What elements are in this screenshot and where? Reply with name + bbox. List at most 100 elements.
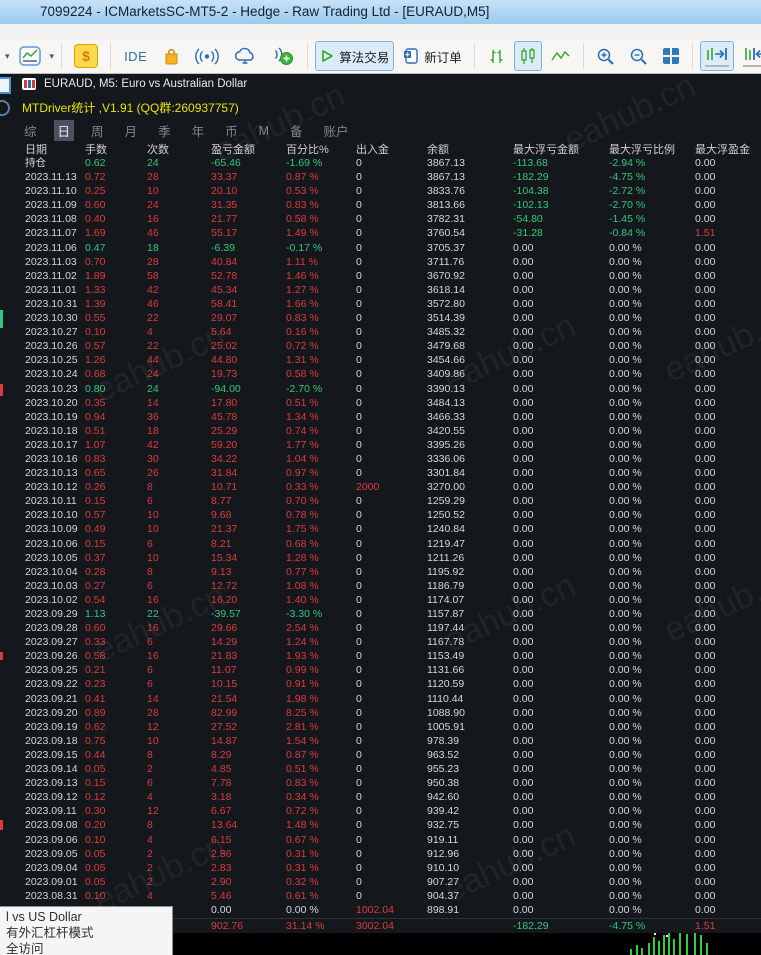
cell-inout: 1002.04 <box>356 903 394 916</box>
clipped-edge-icon <box>0 100 10 116</box>
cell-lots: 0.33 <box>85 636 106 649</box>
tab-quarter[interactable]: 季 <box>154 120 175 141</box>
cell-lots: 0.37 <box>85 551 106 564</box>
cell-inout: 0 <box>356 720 362 733</box>
cell-maxdd: 0.00 <box>513 734 534 747</box>
cell-pct: 0.51 % <box>286 396 319 409</box>
candlestick-button[interactable] <box>513 41 542 71</box>
cell-maxdd-pct: 0.00 % <box>609 593 642 606</box>
tab-currency[interactable]: 币 <box>221 120 242 141</box>
cell-maxfp: 0.00 <box>695 622 716 635</box>
cell-maxdd-pct: 0.00 % <box>609 382 642 395</box>
cell-date: 持仓 <box>25 157 46 169</box>
tooltip-line: l vs US Dollar <box>6 910 82 924</box>
tab-summary[interactable]: 综 <box>20 120 41 141</box>
cell-maxdd: 0.00 <box>513 467 534 480</box>
signals-button[interactable] <box>190 41 224 71</box>
column-header-trades: 次数 <box>147 144 169 156</box>
table-row: 2023.10.19 0.94 36 45.78 1.34 % 0 3466.33 0.00 0… <box>0 410 761 424</box>
cell-pct: 1.66 % <box>286 297 319 310</box>
add-signal-button[interactable] <box>266 41 300 71</box>
cloud-button[interactable] <box>228 41 262 71</box>
cell-date: 2023.10.12 <box>25 481 78 494</box>
tab-note[interactable]: 备 <box>286 120 307 141</box>
price-dot <box>654 933 656 935</box>
cell-inout: 0 <box>356 593 362 606</box>
cell-balance: 898.91 <box>427 903 460 916</box>
cell-inout: 0 <box>356 269 362 282</box>
cell-inout: 0 <box>356 734 362 747</box>
cell-pct: -2.70 % <box>286 382 323 395</box>
cell-maxfp: 0.00 <box>695 833 716 846</box>
zoom-out-button[interactable] <box>624 41 653 71</box>
chart-area[interactable]: EURAUD, M5: Euro vs Australian Dollar MT… <box>0 74 761 955</box>
cell-date: 2023.10.25 <box>25 354 78 367</box>
cell-maxdd-pct: 0.00 % <box>609 495 642 508</box>
cell-inout: 0 <box>356 678 362 691</box>
ide-button[interactable]: IDE <box>124 49 147 64</box>
tab-month[interactable]: 月 <box>121 120 142 141</box>
toolbar: ▾ ▾ $ IDE 算法交易 新订单 <box>0 39 761 74</box>
cell-maxdd: 0.00 <box>513 875 534 888</box>
algo-trading-button[interactable]: 算法交易 <box>315 41 395 71</box>
tile-windows-button[interactable] <box>657 41 685 71</box>
cell-date: 2023.10.06 <box>25 537 78 550</box>
zoom-in-button[interactable] <box>591 41 620 71</box>
new-order-button[interactable]: 新订单 <box>398 41 467 71</box>
tab-week[interactable]: 周 <box>87 120 108 141</box>
chart-sliver <box>0 820 3 830</box>
chart-type-caret[interactable]: ▾ <box>50 51 55 62</box>
tab-year[interactable]: 年 <box>188 120 209 141</box>
cell-balance: 3760.54 <box>427 227 465 240</box>
cell-inout: 0 <box>356 452 362 465</box>
cell-date: 2023.10.20 <box>25 396 78 409</box>
cell-maxfp: 0.00 <box>695 283 716 296</box>
new-order-icon <box>403 47 419 65</box>
cell-trades: 8 <box>147 565 153 578</box>
cell-pct: 1.75 % <box>286 523 319 536</box>
chart-profile-caret[interactable]: ▾ <box>5 51 10 62</box>
cell-date: 2023.09.01 <box>25 875 78 888</box>
cell-maxdd-pct: 0.00 % <box>609 312 642 325</box>
line-chart-button[interactable] <box>546 41 576 71</box>
cell-pct: 0.87 % <box>286 748 319 761</box>
cell-lots: 1.69 <box>85 227 106 240</box>
cell-maxfp: 0.00 <box>695 438 716 451</box>
cell-lots: 0.10 <box>85 326 106 339</box>
bar-chart-button[interactable] <box>482 41 510 71</box>
titlebar[interactable]: 7099224 - ICMarketsSC-MT5-2 - Hedge - Ra… <box>0 0 761 24</box>
table-row: 2023.09.20 0.89 28 82.99 8.25 % 0 1088.90 0.00 0… <box>0 706 761 720</box>
cell-pnl: 55.17 <box>211 227 238 240</box>
cell-trades: 2 <box>147 847 153 860</box>
cell-trades: 46 <box>147 297 159 310</box>
cell-maxdd-pct: 0.00 % <box>609 410 642 423</box>
cell-inout: 0 <box>356 551 362 564</box>
cell-lots: 0.54 <box>85 593 106 606</box>
indicator-title: MTDriver统计 ,V1.91 (QQ群:260937757) <box>22 101 239 115</box>
cell-maxdd-pct: 0.00 % <box>609 903 642 916</box>
cell-lots: 0.05 <box>85 861 106 874</box>
cell-maxdd: -102.13 <box>513 199 549 212</box>
signal-icon <box>195 48 220 65</box>
tooltip-line: 有外汇杠杆模式 <box>6 926 94 940</box>
cell-pnl: 45.78 <box>211 410 238 423</box>
bar-chart-icon <box>487 48 505 65</box>
cell-balance: 3813.66 <box>427 199 465 212</box>
cell-inout: 0 <box>356 636 362 649</box>
cell-maxfp: 0.00 <box>695 748 716 761</box>
cell-date: 2023.10.17 <box>25 438 78 451</box>
chart-type-button[interactable] <box>14 41 46 71</box>
account-funds-button[interactable]: $ <box>69 41 103 71</box>
tab-m[interactable]: M <box>255 123 273 139</box>
cell-pct: 1.11 % <box>286 255 318 268</box>
column-header-maxdd-pct: 最大浮亏比例 <box>609 144 675 156</box>
cell-maxdd: 0.00 <box>513 537 534 550</box>
chart-shift-button[interactable] <box>738 41 761 71</box>
tab-account[interactable]: 账户 <box>320 120 353 141</box>
market-button[interactable] <box>157 41 186 71</box>
auto-scroll-button[interactable] <box>699 41 734 71</box>
cell-maxfp: 0.00 <box>695 213 716 226</box>
cell-balance: 1259.29 <box>427 495 465 508</box>
cell-balance: 3711.76 <box>427 255 465 268</box>
tab-day[interactable]: 日 <box>53 120 75 141</box>
